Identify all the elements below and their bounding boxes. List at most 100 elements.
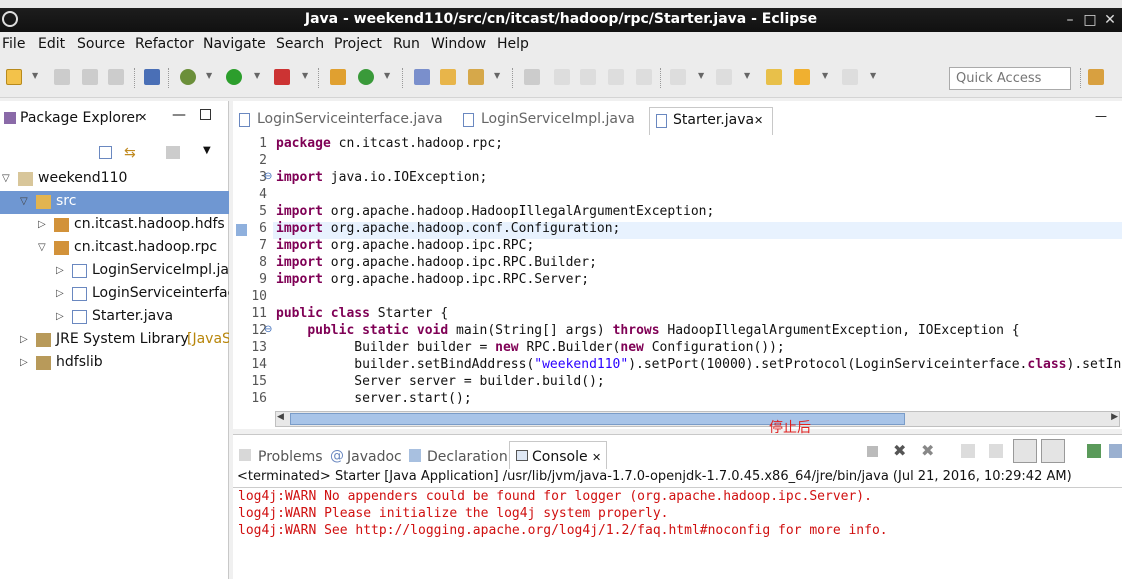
menu-edit[interactable]: Edit <box>38 36 65 52</box>
expand-icon[interactable]: ▷ <box>56 311 64 322</box>
close-icon[interactable]: ✕ <box>592 451 601 464</box>
close-icon[interactable]: ✕ <box>138 111 147 124</box>
collapse-icon[interactable]: ▽ <box>2 173 10 184</box>
menu-file[interactable]: File <box>2 36 25 52</box>
new-icon[interactable] <box>6 69 22 85</box>
open-perspective-icon[interactable] <box>1088 69 1104 85</box>
code-line[interactable]: import org.apache.hadoop.ipc.RPC.Server; <box>276 272 589 287</box>
mark-occurrences-icon[interactable] <box>554 69 570 85</box>
minimize-icon[interactable]: – <box>1062 12 1078 28</box>
code-line[interactable]: package cn.itcast.hadoop.rpc; <box>276 136 503 151</box>
previous-annotation-dropdown-icon[interactable]: ▼ <box>744 71 750 80</box>
focus-icon[interactable] <box>166 146 180 159</box>
scroll-left-icon[interactable]: ◀ <box>277 412 284 422</box>
link-with-editor-icon[interactable]: ⇆ <box>124 145 136 161</box>
menu-search[interactable]: Search <box>276 36 324 52</box>
tree-item[interactable]: ▽ weekend110 <box>0 168 229 191</box>
minimize-view-icon[interactable]: — <box>172 107 186 123</box>
code-line[interactable]: import java.io.IOException; <box>276 170 487 185</box>
code-line[interactable]: public class Starter { <box>276 306 448 321</box>
menu-run[interactable]: Run <box>393 36 420 52</box>
show-on-stderr-icon[interactable] <box>1041 439 1065 463</box>
save-all-icon[interactable] <box>82 69 98 85</box>
external-tools-icon[interactable] <box>274 69 290 85</box>
print-icon[interactable] <box>108 69 124 85</box>
display-console-icon[interactable] <box>1109 444 1122 458</box>
code-line[interactable]: import org.apache.hadoop.conf.Configurat… <box>276 221 620 236</box>
menu-navigate[interactable]: Navigate <box>203 36 266 52</box>
scroll-right-icon[interactable]: ▶ <box>1111 412 1118 422</box>
editor-tab-loginserviceinterface[interactable]: LoginServiceinterface.java <box>233 107 443 135</box>
fold-icon[interactable]: ⊖ <box>264 171 272 182</box>
run-dropdown-icon[interactable]: ▼ <box>254 71 260 80</box>
minimize-editor-icon[interactable]: — <box>1095 109 1107 123</box>
expand-icon[interactable]: ▷ <box>56 265 64 276</box>
editor-tab-loginserviceimpl[interactable]: LoginServiceImpl.java <box>457 107 637 135</box>
editor-tab-starter[interactable]: Starter.java ✕ <box>649 107 773 135</box>
block-selection-icon[interactable] <box>580 69 596 85</box>
annotation-icon[interactable] <box>524 69 540 85</box>
expand-icon[interactable]: ▷ <box>38 219 46 230</box>
run-icon[interactable] <box>226 69 242 85</box>
code-line[interactable]: import org.apache.hadoop.ipc.RPC.Builder… <box>276 255 597 270</box>
back-icon[interactable] <box>794 69 810 85</box>
forward-icon[interactable] <box>842 69 858 85</box>
tree-item[interactable]: ▽ src <box>0 191 229 214</box>
collapse-icon[interactable]: ▽ <box>38 242 46 253</box>
collapse-icon[interactable]: ▽ <box>20 196 28 207</box>
tree-item[interactable]: ▷ Starter.java <box>0 306 229 329</box>
expand-icon[interactable]: ▷ <box>20 357 28 368</box>
external-tools-dropdown-icon[interactable]: ▼ <box>302 71 308 80</box>
menu-source[interactable]: Source <box>77 36 125 52</box>
show-on-stdout-icon[interactable] <box>1013 439 1037 463</box>
menu-refactor[interactable]: Refactor <box>135 36 194 52</box>
tree-item[interactable]: ▷ JRE System Library[JavaSE-1.7] <box>0 329 229 352</box>
next-annotation-dropdown-icon[interactable]: ▼ <box>698 71 704 80</box>
package-explorer-tab[interactable]: Package Explorer ✕ <box>0 101 160 134</box>
tab-console[interactable]: Console ✕ <box>509 441 607 469</box>
remove-all-terminated-icon[interactable]: ✖ <box>921 441 934 460</box>
tab-problems[interactable]: Problems <box>233 441 325 469</box>
next-annotation-icon[interactable] <box>670 69 686 85</box>
new-class-icon[interactable] <box>358 69 374 85</box>
clear-console-icon[interactable] <box>961 444 975 458</box>
forward-dropdown-icon[interactable]: ▼ <box>870 71 876 80</box>
last-edit-location-icon[interactable] <box>766 69 782 85</box>
code-line[interactable]: server.start(); <box>276 391 471 406</box>
tree-item[interactable]: ▷ LoginServiceImpl.java <box>0 260 229 283</box>
horizontal-scrollbar[interactable]: ◀ ▶ <box>275 411 1120 427</box>
save-icon[interactable] <box>54 69 70 85</box>
open-folder-icon[interactable] <box>440 69 456 85</box>
code-line[interactable]: Server server = builder.build(); <box>276 374 604 389</box>
pin-console-icon[interactable] <box>1087 444 1101 458</box>
maximize-icon[interactable]: □ <box>1082 12 1098 28</box>
new-class-dropdown-icon[interactable]: ▼ <box>384 71 390 80</box>
scroll-lock-icon[interactable] <box>989 444 1003 458</box>
expand-icon[interactable]: ▷ <box>56 288 64 299</box>
code-line[interactable]: import org.apache.hadoop.ipc.RPC; <box>276 238 534 253</box>
tree-item[interactable]: ▽ cn.itcast.hadoop.rpc <box>0 237 229 260</box>
expand-icon[interactable]: ▷ <box>20 334 28 345</box>
scrollbar-thumb[interactable] <box>290 413 905 425</box>
close-icon[interactable]: ✕ <box>1102 12 1118 28</box>
terminate-icon[interactable] <box>867 446 878 457</box>
maximize-view-icon[interactable] <box>200 109 211 120</box>
quick-access-input[interactable] <box>949 67 1071 90</box>
code-line[interactable]: builder.setBindAddress("weekend110").set… <box>276 357 1122 372</box>
open-type-icon[interactable] <box>414 69 430 85</box>
tree-item[interactable]: ▷ cn.itcast.hadoop.hdfs <box>0 214 229 237</box>
code-line[interactable]: Builder builder = new RPC.Builder(new Co… <box>276 340 785 355</box>
skip-breakpoints-icon[interactable] <box>144 69 160 85</box>
fold-icon[interactable]: ⊖ <box>264 324 272 335</box>
view-menu-icon[interactable]: ▼ <box>203 145 211 156</box>
search-dropdown-icon[interactable]: ▼ <box>494 71 500 80</box>
menu-window[interactable]: Window <box>431 36 486 52</box>
debug-icon[interactable] <box>180 69 196 85</box>
new-java-project-icon[interactable] <box>330 69 346 85</box>
word-wrap-icon[interactable] <box>608 69 624 85</box>
collapse-all-icon[interactable] <box>99 146 112 159</box>
show-whitespace-icon[interactable] <box>636 69 652 85</box>
tab-javadoc[interactable]: @ Javadoc <box>329 441 405 469</box>
code-line[interactable]: public static void main(String[] args) t… <box>276 323 1019 338</box>
new-dropdown-icon[interactable]: ▼ <box>32 71 38 80</box>
